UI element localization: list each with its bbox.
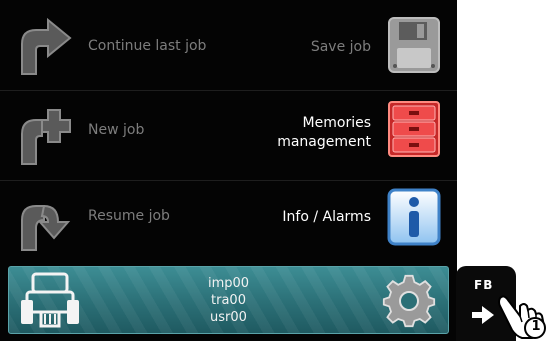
info-icon [387, 188, 441, 246]
arrow-right-icon [472, 306, 494, 324]
memories-management-label[interactable]: Memories management [277, 114, 371, 152]
resume-job-button[interactable] [14, 192, 78, 254]
info-alarms-button[interactable] [387, 188, 441, 246]
memory-drawers-icon [388, 101, 440, 157]
memories-management-button[interactable] [387, 100, 441, 158]
menu-row-2: New job Memories management [0, 92, 457, 180]
save-job-button[interactable] [387, 16, 441, 74]
menu-row-3: Resume job Info / Alarms [0, 178, 457, 266]
callout-number: 1 [531, 319, 541, 334]
save-job-label[interactable]: Save job [311, 38, 371, 57]
continue-last-job-label[interactable]: Continue last job [88, 38, 206, 54]
fb-function-key[interactable]: FB 1 [454, 266, 555, 341]
terminal-screen: Continue last job Save job New job Memor… [0, 0, 457, 341]
resume-job-label[interactable]: Resume job [88, 208, 170, 224]
memories-label-line2: management [277, 134, 371, 150]
menu-row-1: Continue last job Save job [0, 2, 457, 90]
floppy-disk-icon [388, 17, 440, 73]
pointing-hand-icon [498, 295, 546, 339]
row-divider [0, 90, 457, 91]
new-job-label[interactable]: New job [88, 122, 144, 138]
plus-return-icon [21, 109, 71, 165]
status-bar[interactable]: imp00 tra00 usr00 [8, 266, 449, 334]
gear-icon[interactable] [380, 273, 438, 329]
memories-label-line1: Memories [302, 115, 371, 131]
resume-arrow-icon [21, 204, 71, 251]
fb-key-label: FB [474, 278, 494, 292]
new-job-button[interactable] [14, 106, 78, 168]
arrow-return-icon [21, 17, 72, 75]
info-alarms-label[interactable]: Info / Alarms [282, 208, 371, 227]
continue-last-job-button[interactable] [14, 16, 78, 78]
